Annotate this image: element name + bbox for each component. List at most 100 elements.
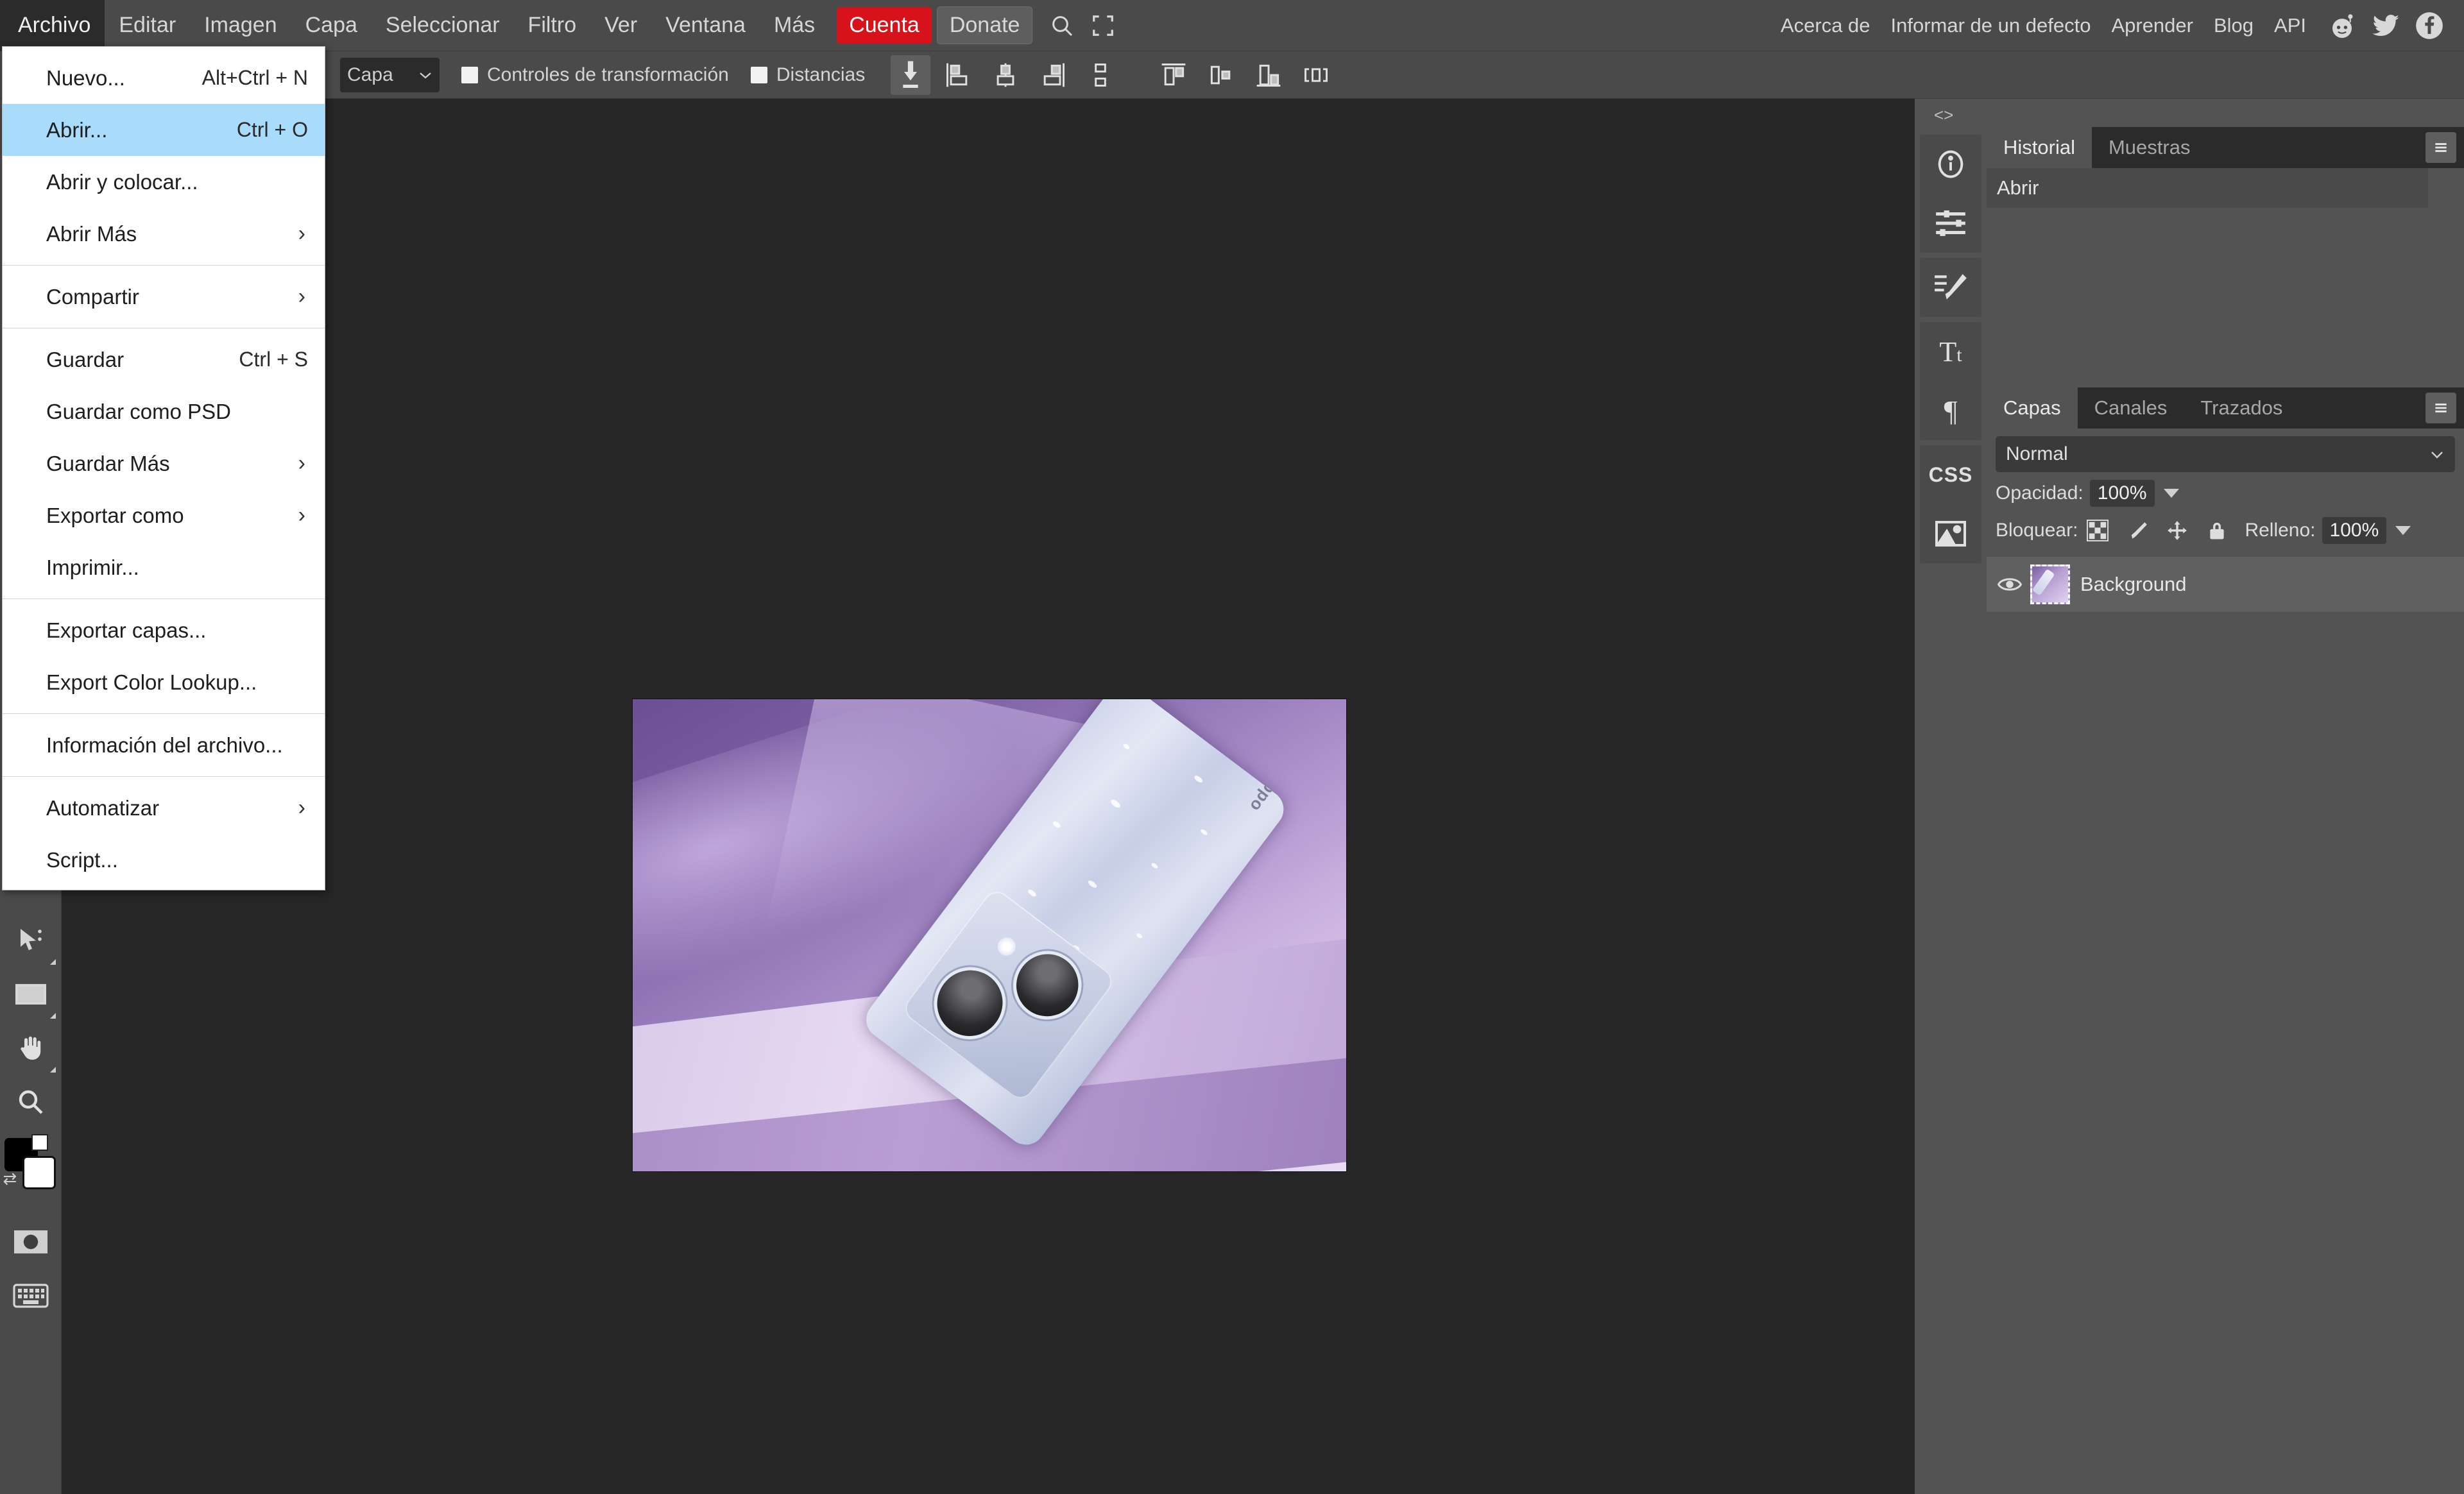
fill-value[interactable]: 100% [2322,517,2387,544]
opacity-value[interactable]: 100% [2089,480,2155,507]
history-entry-abrir[interactable]: Abrir [1987,168,2428,208]
transform-controls-checkbox[interactable]: Controles de transformación [461,64,729,86]
menu-item-script[interactable]: Script... [3,834,325,886]
history-panel-tabs: Historial Muestras [1987,127,2464,168]
tab-canales[interactable]: Canales [2078,387,2184,429]
tab-muestras[interactable]: Muestras [2092,127,2207,168]
css-icon[interactable]: CSS [1920,445,1981,504]
keyboard-shortcuts-tool[interactable] [3,1269,58,1323]
adjustments-icon[interactable] [1920,194,1981,253]
menu-item-guardar-como-psd[interactable]: Guardar como PSD [3,386,325,437]
main-menu-items: Archivo Editar Imagen Capa Seleccionar F… [0,0,1124,51]
brush-settings-icon[interactable] [1920,258,1981,317]
menu-item-shortcut: Alt+Ctrl + N [201,66,308,89]
donate-button[interactable]: Donate [936,6,1033,44]
eye-icon[interactable] [1993,568,2026,601]
menu-item-label: Compartir [46,284,139,309]
menu-item-informacion-del-archivo[interactable]: Información del archivo... [3,719,325,771]
canvas-area[interactable]: oppo [62,99,1915,1494]
menu-ventana[interactable]: Ventana [651,0,760,51]
menu-item-export-color-lookup[interactable]: Export Color Lookup... [3,656,325,708]
default-colors-icon[interactable] [31,1134,48,1151]
align-bottom-edges-icon[interactable] [1249,55,1288,95]
menu-imagen[interactable]: Imagen [190,0,291,51]
zoom-tool[interactable] [3,1075,58,1129]
lock-image-icon[interactable] [2123,516,2152,545]
menu-separator [3,265,325,266]
twitter-icon[interactable] [2368,8,2404,44]
distances-checkbox[interactable]: Distancias [750,64,865,86]
hand-tool[interactable] [3,1021,58,1075]
search-icon[interactable] [1041,5,1082,46]
path-select-tool[interactable] [3,913,58,967]
menu-filtro[interactable]: Filtro [514,0,591,51]
menu-seleccionar[interactable]: Seleccionar [372,0,514,51]
link-blog[interactable]: Blog [2203,14,2264,37]
opacity-label: Opacidad: [1996,482,2083,504]
tab-historial[interactable]: Historial [1987,127,2092,168]
menu-item-compartir[interactable]: Compartir › [3,271,325,323]
distribute-horizontal-icon[interactable] [1296,55,1336,95]
image-icon[interactable] [1920,504,1981,563]
quick-mask-tool[interactable] [3,1215,58,1269]
account-button[interactable]: Cuenta [837,7,932,44]
menu-mas[interactable]: Más [760,0,829,51]
collapse-dock-icon[interactable]: <> [1934,105,1953,125]
menu-item-abrir-y-colocar[interactable]: Abrir y colocar... [3,156,325,208]
menu-archivo[interactable]: Archivo [0,0,105,51]
menu-item-imprimir[interactable]: Imprimir... [3,541,325,593]
align-horizontal-centers-icon[interactable] [986,55,1025,95]
menu-ver[interactable]: Ver [590,0,651,51]
document-canvas[interactable]: oppo [633,699,1346,1171]
opacity-caret-down-icon[interactable] [2163,489,2179,498]
blend-mode-value: Normal [2006,443,2068,464]
chevron-right-icon: › [298,221,305,246]
right-dock: <> Tt ¶ CSS Historial Muestras Abrir Cap… [1915,99,2464,1494]
menu-item-automatizar[interactable]: Automatizar › [3,782,325,834]
reddit-icon[interactable] [2324,8,2360,44]
link-acerca-de[interactable]: Acerca de [1770,14,1881,37]
link-aprender[interactable]: Aprender [2101,14,2203,37]
tab-trazados[interactable]: Trazados [2184,387,2299,429]
menu-item-label: Abrir Más [46,221,137,246]
menu-item-exportar-como[interactable]: Exportar como › [3,489,325,541]
align-vertical-centers-icon[interactable] [1201,55,1241,95]
menu-item-guardar-mas[interactable]: Guardar Más › [3,437,325,489]
lock-position-icon[interactable] [2162,516,2192,545]
menu-editar[interactable]: Editar [105,0,190,51]
distribute-vertical-icon[interactable] [1081,55,1120,95]
file-menu-dropdown[interactable]: Nuevo... Alt+Ctrl + N Abrir... Ctrl + O … [2,46,325,890]
character-icon[interactable]: Tt [1920,322,1981,381]
align-top-edges-icon[interactable] [1154,55,1194,95]
info-icon[interactable] [1920,135,1981,194]
menu-capa[interactable]: Capa [291,0,372,51]
menu-item-abrir-mas[interactable]: Abrir Más › [3,208,325,260]
align-left-edges-icon[interactable] [938,55,978,95]
menu-item-nuevo[interactable]: Nuevo... Alt+Ctrl + N [3,52,325,104]
layer-name[interactable]: Background [2080,573,2186,596]
link-informar-defecto[interactable]: Informar de un defecto [1881,14,2101,37]
history-panel-menu-button[interactable] [2426,132,2456,163]
move-target-select[interactable]: Capa [340,57,440,92]
link-api[interactable]: API [2264,14,2316,37]
lock-transparency-icon[interactable] [2083,516,2112,545]
menu-item-guardar[interactable]: Guardar Ctrl + S [3,334,325,386]
menu-item-abrir[interactable]: Abrir... Ctrl + O [3,104,325,156]
chevron-right-icon: › [298,451,305,475]
align-right-edges-icon[interactable] [1033,55,1073,95]
layer-row-background[interactable]: Background [1987,557,2464,612]
auto-select-icon[interactable] [891,55,931,95]
blend-mode-select[interactable]: Normal [1996,436,2455,472]
tab-capas[interactable]: Capas [1987,387,2078,429]
swap-colors-icon[interactable]: ⇄ [3,1169,17,1189]
fullscreen-icon[interactable] [1082,5,1124,46]
background-color-swatch[interactable] [22,1156,56,1189]
lock-all-icon[interactable] [2202,516,2232,545]
facebook-icon[interactable] [2411,8,2447,44]
fill-caret-down-icon[interactable] [2395,526,2411,535]
paragraph-icon[interactable]: ¶ [1920,381,1981,440]
menu-item-label: Guardar Más [46,451,170,475]
menu-item-exportar-capas[interactable]: Exportar capas... [3,604,325,656]
layers-panel-menu-button[interactable] [2426,393,2456,423]
shape-tool[interactable] [3,967,58,1021]
